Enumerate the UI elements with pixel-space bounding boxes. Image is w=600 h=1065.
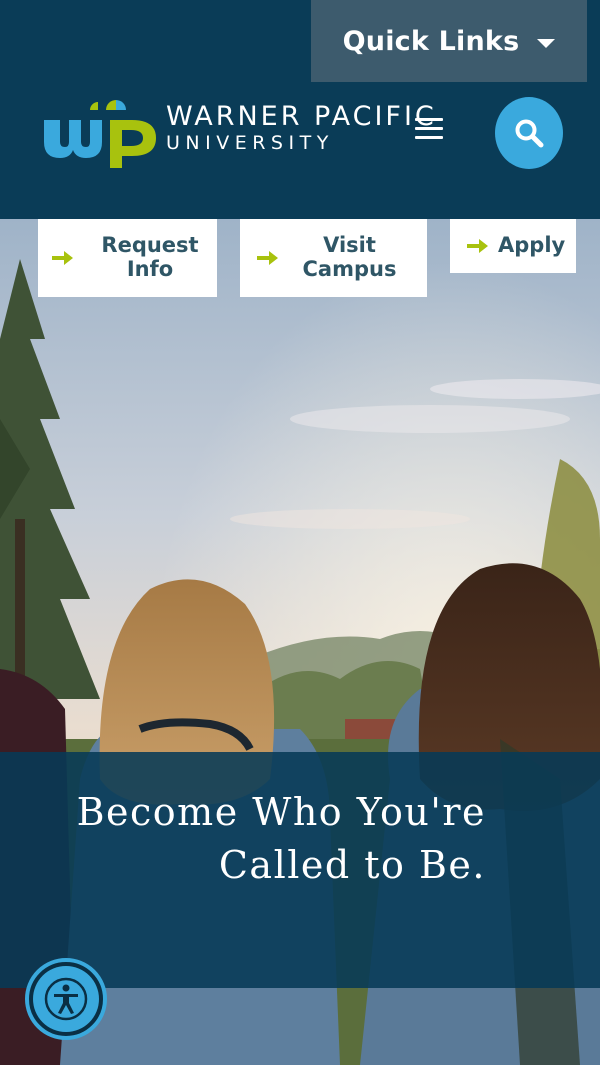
apply-label: Apply [498,233,566,257]
accessibility-button[interactable] [25,958,107,1040]
hero-headline: Become Who You're Called to Be. [76,790,486,887]
visit-campus-label: Visit Campus [302,233,397,281]
quick-links-label: Quick Links [342,25,520,57]
arrow-right-icon [52,251,73,265]
hamburger-menu-icon[interactable] [415,118,443,144]
site-header: Quick Links WARNER PACIFIC UNIVERSITY [0,0,600,219]
arrow-right-icon [257,251,278,265]
visit-campus-button[interactable]: Visit Campus [240,219,427,297]
wordmark-line-1: WARNER PACIFIC [166,101,437,132]
apply-button[interactable]: Apply [450,219,576,273]
wordmark-line-2: UNIVERSITY [166,132,334,154]
search-icon [515,119,544,148]
request-info-button[interactable]: Request Info [38,219,217,297]
hero-section: Request Info Visit Campus Apply Become W… [0,219,600,1065]
arrow-right-icon [467,239,488,253]
accessibility-person-icon [44,977,88,1021]
chevron-down-icon [537,38,556,48]
request-info-label: Request Info [101,233,199,281]
hero-banner: Become Who You're Called to Be. [0,752,600,988]
quick-links-dropdown[interactable]: Quick Links [311,0,587,82]
search-button[interactable] [495,97,563,169]
university-wordmark[interactable]: WARNER PACIFIC UNIVERSITY [166,101,437,155]
university-logo-icon[interactable] [40,92,160,170]
